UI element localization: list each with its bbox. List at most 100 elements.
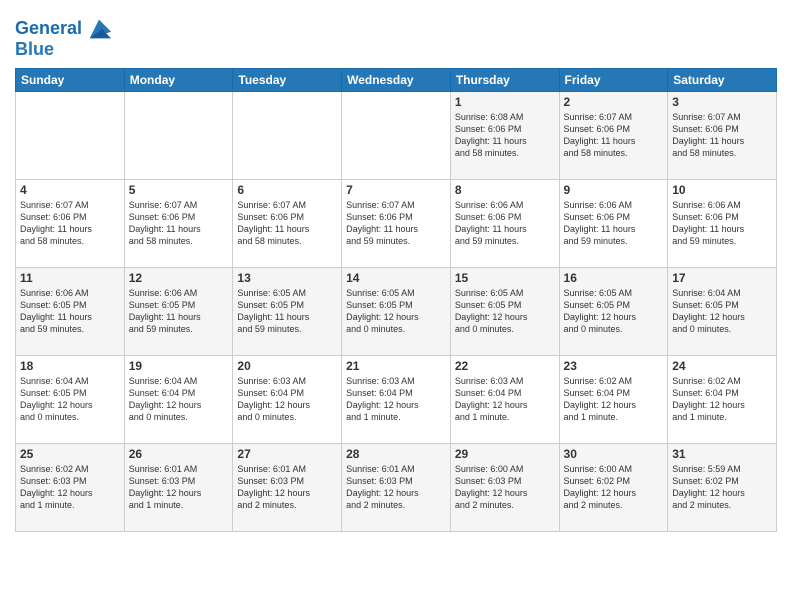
day-number: 27 <box>237 447 337 461</box>
day-info-text: Sunrise: 6:03 AMSunset: 6:04 PMDaylight:… <box>346 375 446 424</box>
day-info-text: Sunrise: 6:07 AMSunset: 6:06 PMDaylight:… <box>20 199 120 248</box>
calendar-day-cell: 30 Sunrise: 6:00 AMSunset: 6:02 PMDayligh… <box>559 444 668 532</box>
day-number: 8 <box>455 183 555 197</box>
day-number: 10 <box>672 183 772 197</box>
day-info-text: Sunrise: 6:00 AMSunset: 6:03 PMDaylight:… <box>455 463 555 512</box>
day-number: 2 <box>564 95 664 109</box>
day-info-text: Sunrise: 6:07 AMSunset: 6:06 PMDaylight:… <box>346 199 446 248</box>
calendar-table: SundayMondayTuesdayWednesdayThursdayFrid… <box>15 68 777 532</box>
day-info-text: Sunrise: 6:02 AMSunset: 6:04 PMDaylight:… <box>672 375 772 424</box>
day-number: 16 <box>564 271 664 285</box>
calendar-day-cell: 23Sunrise: 6:02 AMSunset: 6:04 PMDayligh… <box>559 356 668 444</box>
day-number: 20 <box>237 359 337 373</box>
weekday-header-monday: Monday <box>124 69 233 92</box>
weekday-header-tuesday: Tuesday <box>233 69 342 92</box>
calendar-day-cell: 10 Sunrise: 6:06 AMSunset: 6:06 PMDayligh… <box>668 180 777 268</box>
day-number: 28 <box>346 447 446 461</box>
day-info-text: Sunrise: 6:01 AMSunset: 6:03 PMDaylight:… <box>346 463 446 512</box>
day-info-text: Sunrise: 6:06 AMSunset: 6:06 PMDaylight:… <box>564 199 664 248</box>
weekday-header-friday: Friday <box>559 69 668 92</box>
day-info-text: Sunrise: 6:05 AMSunset: 6:05 PMDaylight:… <box>237 287 337 336</box>
calendar-empty-cell <box>124 92 233 180</box>
calendar-day-cell: 1 Sunrise: 6:08 AMSunset: 6:06 PMDaylight… <box>450 92 559 180</box>
day-number: 14 <box>346 271 446 285</box>
calendar-day-cell: 29 Sunrise: 6:00 AMSunset: 6:03 PMDayligh… <box>450 444 559 532</box>
day-info-text: Sunrise: 6:06 AMSunset: 6:06 PMDaylight:… <box>672 199 772 248</box>
calendar-day-cell: 13 Sunrise: 6:05 AMSunset: 6:05 PMDayligh… <box>233 268 342 356</box>
calendar-day-cell: 9 Sunrise: 6:06 AMSunset: 6:06 PMDaylight… <box>559 180 668 268</box>
weekday-header-thursday: Thursday <box>450 69 559 92</box>
day-info-text: Sunrise: 6:03 AMSunset: 6:04 PMDaylight:… <box>455 375 555 424</box>
day-number: 29 <box>455 447 555 461</box>
page-header: General Blue <box>15 10 777 60</box>
day-info-text: Sunrise: 6:05 AMSunset: 6:05 PMDaylight:… <box>346 287 446 336</box>
day-number: 22 <box>455 359 555 373</box>
logo-text: General <box>15 19 82 39</box>
day-number: 12 <box>129 271 229 285</box>
calendar-day-cell: 4Sunrise: 6:07 AMSunset: 6:06 PMDaylight… <box>16 180 125 268</box>
calendar-day-cell: 26 Sunrise: 6:01 AMSunset: 6:03 PMDayligh… <box>124 444 233 532</box>
weekday-header-saturday: Saturday <box>668 69 777 92</box>
calendar-week-row: 25 Sunrise: 6:02 AMSunset: 6:03 PMDayligh… <box>16 444 777 532</box>
day-number: 13 <box>237 271 337 285</box>
calendar-day-cell: 17 Sunrise: 6:04 AMSunset: 6:05 PMDayligh… <box>668 268 777 356</box>
day-info-text: Sunrise: 6:07 AMSunset: 6:06 PMDaylight:… <box>237 199 337 248</box>
page-container: General Blue SundayMondayTuesdayWednesda… <box>0 0 792 542</box>
calendar-week-row: 18 Sunrise: 6:04 AMSunset: 6:05 PMDayligh… <box>16 356 777 444</box>
day-info-text: Sunrise: 6:01 AMSunset: 6:03 PMDaylight:… <box>129 463 229 512</box>
calendar-day-cell: 16 Sunrise: 6:05 AMSunset: 6:05 PMDayligh… <box>559 268 668 356</box>
day-number: 7 <box>346 183 446 197</box>
calendar-empty-cell <box>233 92 342 180</box>
logo-icon <box>85 15 113 43</box>
day-info-text: Sunrise: 6:04 AMSunset: 6:05 PMDaylight:… <box>672 287 772 336</box>
day-number: 9 <box>564 183 664 197</box>
calendar-day-cell: 27 Sunrise: 6:01 AMSunset: 6:03 PMDayligh… <box>233 444 342 532</box>
day-info-text: Sunrise: 6:05 AMSunset: 6:05 PMDaylight:… <box>564 287 664 336</box>
day-number: 11 <box>20 271 120 285</box>
day-info-text: Sunrise: 6:08 AMSunset: 6:06 PMDaylight:… <box>455 111 555 160</box>
calendar-empty-cell <box>16 92 125 180</box>
day-info-text: Sunrise: 6:06 AMSunset: 6:06 PMDaylight:… <box>455 199 555 248</box>
calendar-week-row: 1 Sunrise: 6:08 AMSunset: 6:06 PMDaylight… <box>16 92 777 180</box>
day-info-text: Sunrise: 6:04 AMSunset: 6:05 PMDaylight:… <box>20 375 120 424</box>
calendar-day-cell: 21 Sunrise: 6:03 AMSunset: 6:04 PMDayligh… <box>342 356 451 444</box>
day-info-text: Sunrise: 6:07 AMSunset: 6:06 PMDaylight:… <box>129 199 229 248</box>
day-number: 23 <box>564 359 664 373</box>
day-number: 6 <box>237 183 337 197</box>
calendar-day-cell: 14 Sunrise: 6:05 AMSunset: 6:05 PMDayligh… <box>342 268 451 356</box>
day-number: 17 <box>672 271 772 285</box>
day-info-text: Sunrise: 6:03 AMSunset: 6:04 PMDaylight:… <box>237 375 337 424</box>
day-number: 3 <box>672 95 772 109</box>
day-info-text: Sunrise: 5:59 AMSunset: 6:02 PMDaylight:… <box>672 463 772 512</box>
day-number: 18 <box>20 359 120 373</box>
day-info-text: Sunrise: 6:07 AMSunset: 6:06 PMDaylight:… <box>564 111 664 160</box>
calendar-day-cell: 20 Sunrise: 6:03 AMSunset: 6:04 PMDayligh… <box>233 356 342 444</box>
day-info-text: Sunrise: 6:04 AMSunset: 6:04 PMDaylight:… <box>129 375 229 424</box>
calendar-day-cell: 5 Sunrise: 6:07 AMSunset: 6:06 PMDaylight… <box>124 180 233 268</box>
weekday-header-sunday: Sunday <box>16 69 125 92</box>
day-info-text: Sunrise: 6:02 AMSunset: 6:03 PMDaylight:… <box>20 463 120 512</box>
calendar-day-cell: 7 Sunrise: 6:07 AMSunset: 6:06 PMDaylight… <box>342 180 451 268</box>
day-info-text: Sunrise: 6:01 AMSunset: 6:03 PMDaylight:… <box>237 463 337 512</box>
calendar-day-cell: 24 Sunrise: 6:02 AMSunset: 6:04 PMDayligh… <box>668 356 777 444</box>
day-info-text: Sunrise: 6:05 AMSunset: 6:05 PMDaylight:… <box>455 287 555 336</box>
calendar-header-row: SundayMondayTuesdayWednesdayThursdayFrid… <box>16 69 777 92</box>
day-number: 15 <box>455 271 555 285</box>
calendar-day-cell: 19Sunrise: 6:04 AMSunset: 6:04 PMDayligh… <box>124 356 233 444</box>
day-number: 30 <box>564 447 664 461</box>
day-number: 26 <box>129 447 229 461</box>
day-number: 25 <box>20 447 120 461</box>
calendar-day-cell: 6 Sunrise: 6:07 AMSunset: 6:06 PMDaylight… <box>233 180 342 268</box>
calendar-week-row: 11Sunrise: 6:06 AMSunset: 6:05 PMDayligh… <box>16 268 777 356</box>
calendar-day-cell: 2 Sunrise: 6:07 AMSunset: 6:06 PMDaylight… <box>559 92 668 180</box>
day-number: 5 <box>129 183 229 197</box>
calendar-day-cell: 15 Sunrise: 6:05 AMSunset: 6:05 PMDayligh… <box>450 268 559 356</box>
day-number: 1 <box>455 95 555 109</box>
day-number: 24 <box>672 359 772 373</box>
day-number: 21 <box>346 359 446 373</box>
calendar-empty-cell <box>342 92 451 180</box>
calendar-day-cell: 18 Sunrise: 6:04 AMSunset: 6:05 PMDayligh… <box>16 356 125 444</box>
logo: General Blue <box>15 10 113 60</box>
day-info-text: Sunrise: 6:00 AMSunset: 6:02 PMDaylight:… <box>564 463 664 512</box>
day-number: 31 <box>672 447 772 461</box>
